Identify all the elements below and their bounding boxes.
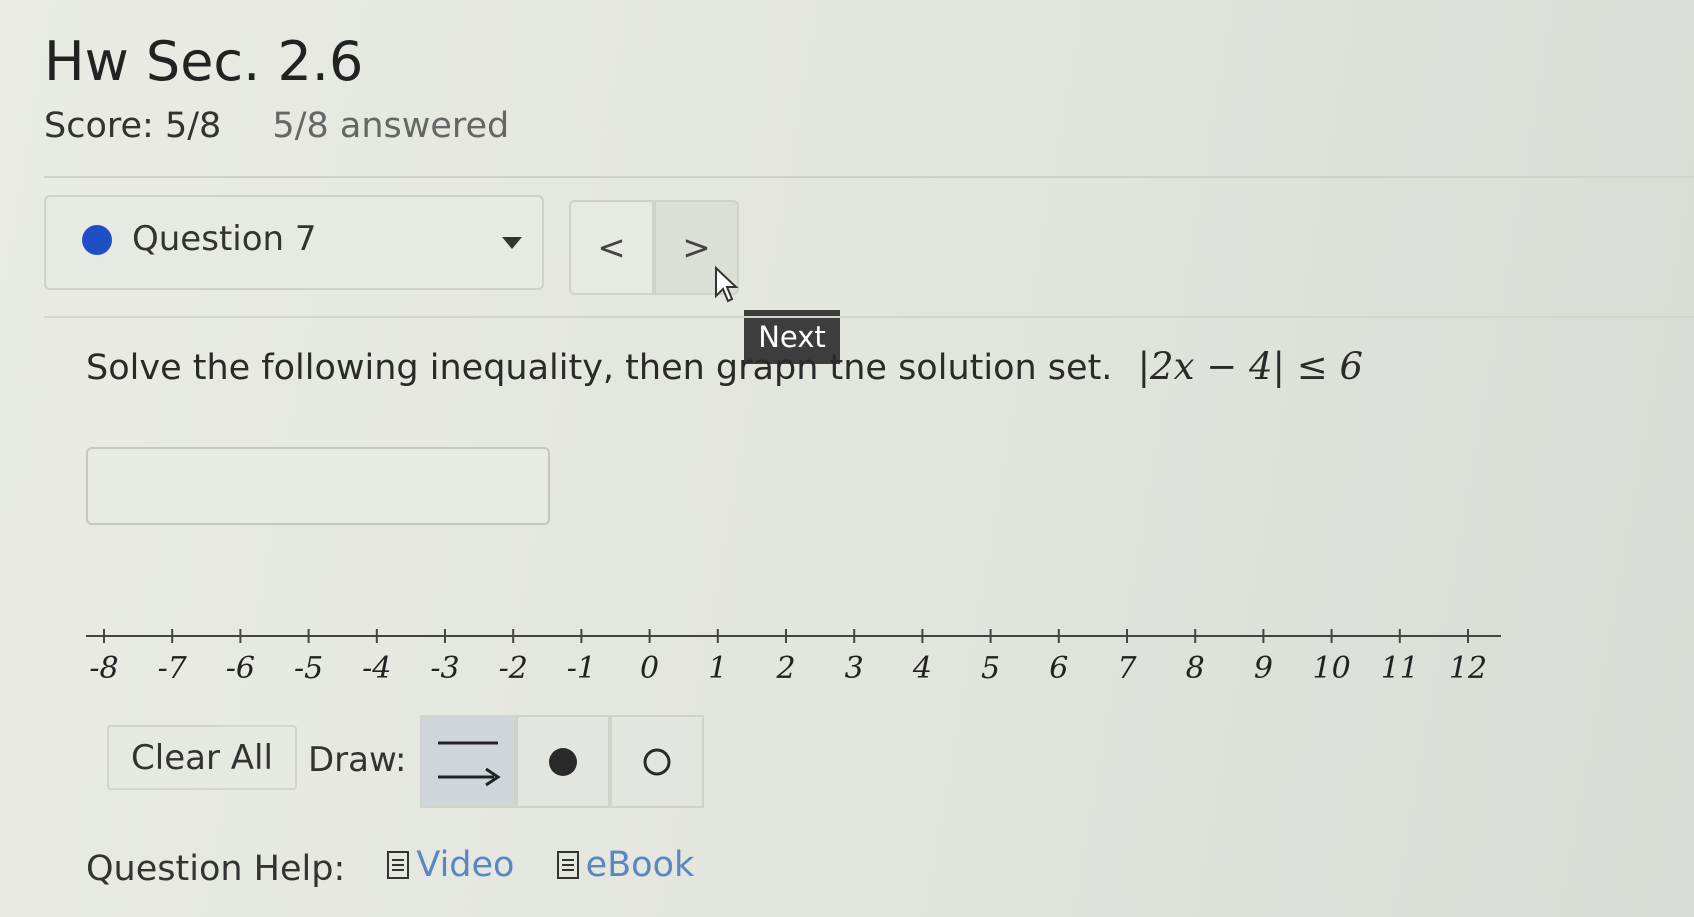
question-select[interactable]: Question 7 — [44, 195, 544, 290]
number-line-label: 12 — [1449, 651, 1487, 686]
answered-count: 5/8 answered — [272, 106, 510, 146]
score-text: Score: 5/8 — [44, 106, 222, 146]
mouse-pointer-icon — [715, 266, 739, 303]
number-line-label: -1 — [567, 651, 596, 686]
question-prompt: Solve the following inequality, then gra… — [86, 348, 1113, 388]
chevron-left-icon: < — [597, 227, 626, 268]
closed-dot-tool-button[interactable] — [516, 715, 610, 808]
video-link-label[interactable]: Video — [416, 845, 514, 885]
number-line-label: 4 — [912, 651, 932, 686]
number-line-label: 2 — [775, 651, 795, 686]
number-line-label: -6 — [226, 651, 255, 686]
inequality-expression: |2x − 4| ≤ 6 — [1137, 345, 1364, 388]
ebook-link-label[interactable]: eBook — [586, 845, 695, 885]
divider — [44, 176, 1694, 178]
number-line-label: -7 — [158, 651, 188, 686]
ray-tool-button[interactable] — [420, 715, 516, 808]
question-status-dot — [82, 225, 112, 255]
ebook-link[interactable]: eBook — [556, 845, 695, 885]
previous-question-button[interactable]: < — [569, 200, 654, 295]
number-line-label: 10 — [1313, 651, 1351, 686]
video-link[interactable]: Video — [386, 845, 514, 885]
number-line-label: 1 — [708, 651, 727, 686]
number-line-label: 8 — [1186, 651, 1205, 686]
clear-all-button[interactable]: Clear All — [107, 725, 297, 790]
number-line[interactable]: -8-7-6-5-4-3-2-101234567891011121: — [86, 628, 1506, 698]
number-line-label: 7 — [1117, 651, 1137, 686]
number-line-label: -5 — [294, 651, 323, 686]
question-text: Solve the following inequality, then gra… — [86, 345, 1363, 388]
number-line-label: 9 — [1254, 651, 1273, 686]
question-help: Question Help: Video eBook — [86, 845, 694, 889]
number-line-label: -4 — [362, 651, 391, 686]
number-line-label: 11 — [1381, 651, 1419, 686]
divider — [44, 316, 1694, 318]
draw-label: Draw: — [308, 740, 407, 780]
number-line-label: 5 — [981, 651, 1000, 686]
number-line-label: 3 — [845, 651, 864, 686]
assignment-title: Hw Sec. 2.6 — [44, 30, 364, 93]
number-line-label: -8 — [89, 651, 118, 686]
question-help-label: Question Help: — [86, 849, 346, 889]
number-line-label: 0 — [640, 651, 659, 686]
question-select-label: Question 7 — [132, 219, 317, 259]
open-dot-icon — [643, 748, 671, 775]
answer-input[interactable] — [86, 447, 550, 525]
document-icon — [387, 851, 410, 879]
number-line-label: -3 — [430, 651, 459, 686]
caret-down-icon — [502, 237, 522, 249]
document-icon — [556, 851, 579, 879]
ray-tool-icon — [438, 741, 501, 786]
number-line-label: 6 — [1049, 651, 1068, 686]
number-line-label: -2 — [499, 651, 528, 686]
score-line: Score: 5/8 5/8 answered — [44, 106, 509, 146]
chevron-right-icon: > — [682, 227, 711, 268]
closed-dot-icon — [549, 747, 577, 776]
open-dot-tool-button[interactable] — [610, 715, 704, 808]
